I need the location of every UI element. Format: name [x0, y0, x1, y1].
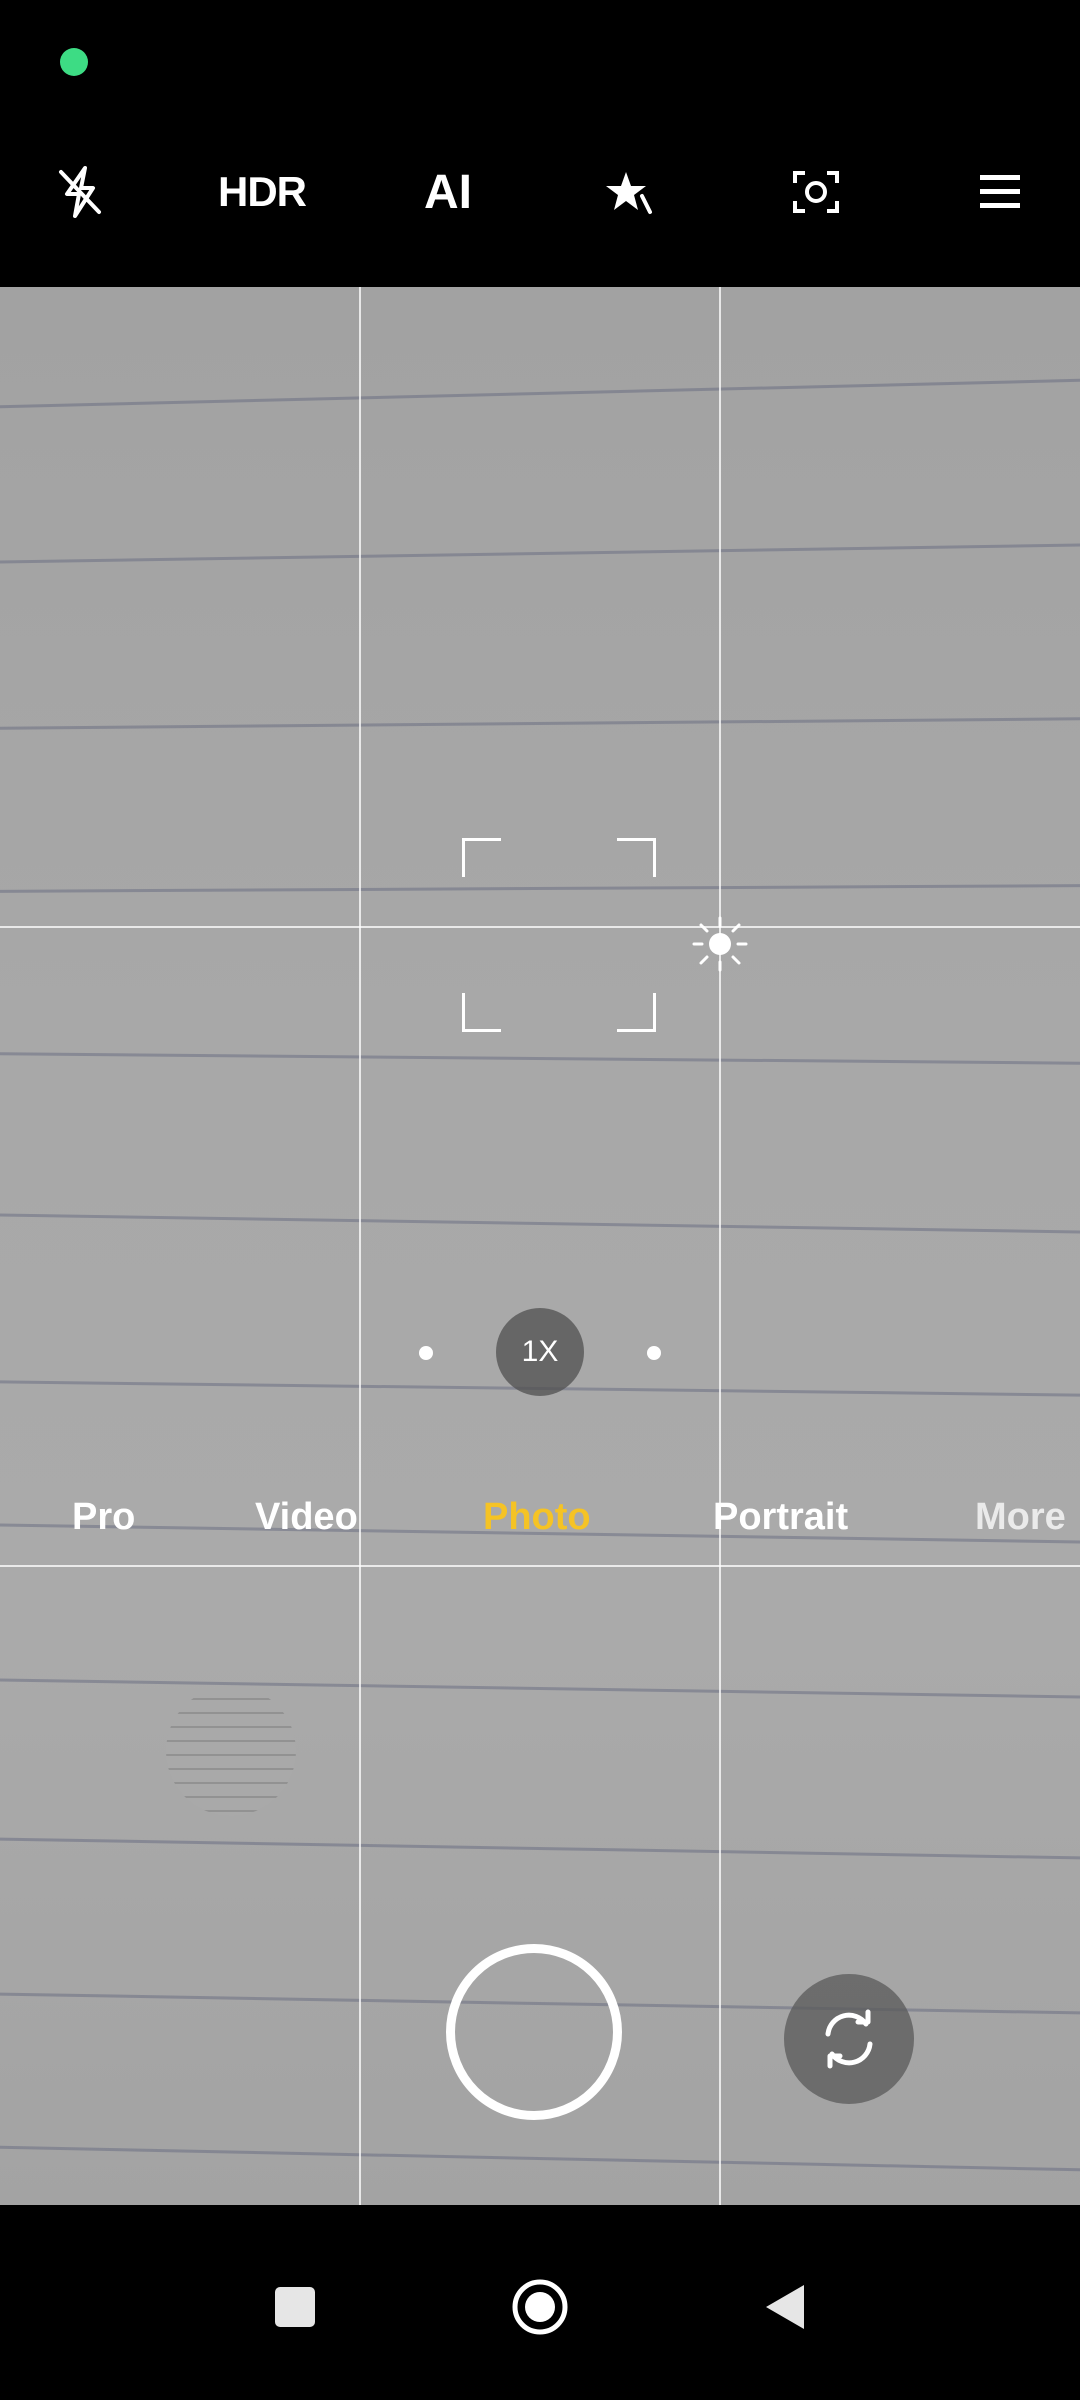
shutter-button[interactable]	[446, 1944, 622, 2120]
zoom-1x-button[interactable]: 1X	[496, 1308, 584, 1396]
grid-line-horizontal	[0, 1565, 1080, 1567]
focus-frame-icon[interactable]	[766, 142, 866, 242]
paper-line	[0, 543, 1080, 564]
ai-button[interactable]: AI	[398, 142, 498, 242]
paper-line	[0, 1678, 1080, 1699]
system-navigation-bar	[0, 2205, 1080, 2400]
mode-pro[interactable]: Pro	[72, 1496, 135, 1539]
focus-indicator	[462, 838, 656, 1032]
camera-viewfinder[interactable]	[0, 287, 1080, 2205]
hdr-label: HDR	[218, 168, 307, 215]
home-circle-icon[interactable]	[490, 2257, 590, 2357]
mode-more[interactable]: More	[975, 1496, 1066, 1539]
flash-off-icon[interactable]	[30, 142, 130, 242]
paper-line	[0, 378, 1080, 409]
zoom-label: 1X	[521, 1335, 559, 1368]
hamburger-icon[interactable]	[950, 142, 1050, 242]
paper-line	[0, 1213, 1080, 1234]
gallery-thumbnail[interactable]	[166, 1686, 296, 1816]
paper-line	[0, 1052, 1080, 1065]
zoom-level-dot[interactable]	[647, 1346, 661, 1360]
mode-portrait[interactable]: Portrait	[713, 1496, 848, 1539]
exposure-sun-icon[interactable]	[692, 916, 748, 972]
mode-video[interactable]: Video	[255, 1496, 358, 1539]
hdr-button[interactable]: HDR	[212, 142, 312, 242]
zoom-level-dot[interactable]	[419, 1346, 433, 1360]
grid-line-vertical	[359, 287, 361, 2205]
recents-square-icon[interactable]	[245, 2257, 345, 2357]
mode-photo[interactable]: Photo	[483, 1496, 591, 1539]
switch-camera-icon[interactable]	[784, 1974, 914, 2104]
privacy-indicator-dot	[60, 48, 88, 76]
ai-label: AI	[424, 165, 472, 219]
back-triangle-icon[interactable]	[735, 2257, 835, 2357]
grid-line-vertical	[719, 287, 721, 2205]
paper-line	[0, 717, 1080, 730]
paper-line	[0, 1837, 1080, 1860]
paper-line	[0, 2145, 1080, 2172]
beauty-star-icon[interactable]	[580, 142, 680, 242]
top-controls-bar: HDR AI	[0, 120, 1080, 260]
